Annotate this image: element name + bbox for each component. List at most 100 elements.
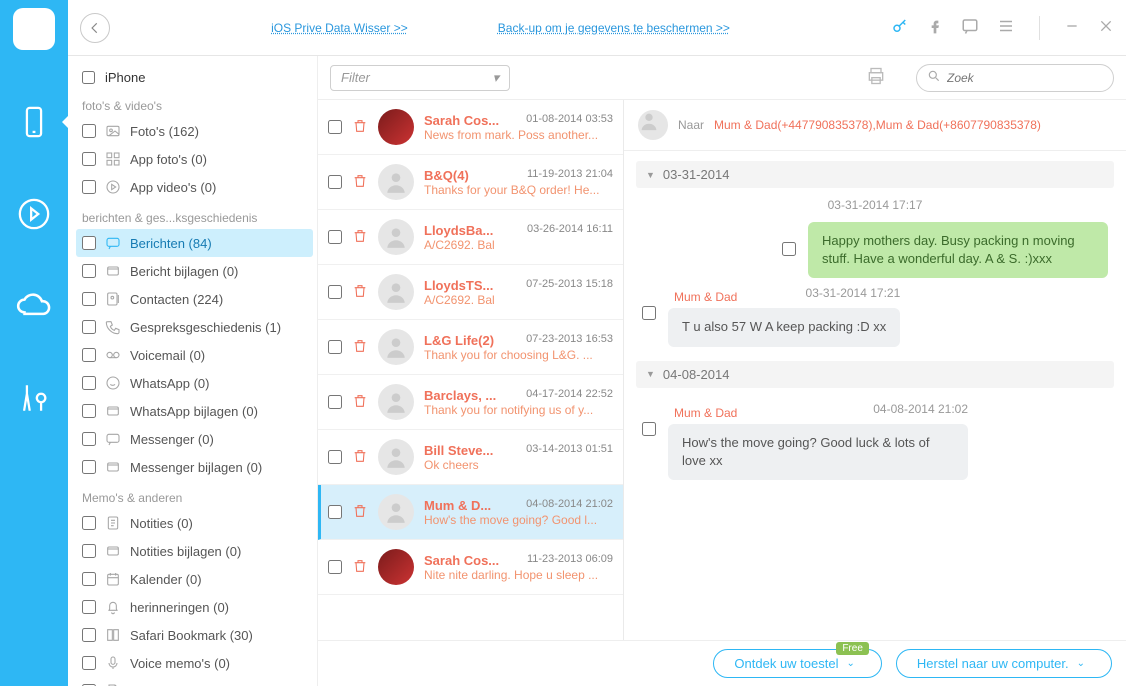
video-icon (104, 178, 122, 196)
tree-item-voicemail[interactable]: Voicemail (0) (76, 341, 313, 369)
discover-device-button[interactable]: Free Ontdek uw toestel ⌄ (713, 649, 881, 678)
facebook-icon[interactable] (927, 18, 943, 37)
tree-checkbox[interactable] (82, 572, 96, 586)
tree-item-calendar[interactable]: Kalender (0) (76, 565, 313, 593)
thread-checkbox[interactable] (328, 560, 342, 574)
thread-checkbox[interactable] (328, 120, 342, 134)
date-divider[interactable]: 04-08-2014 (636, 361, 1114, 388)
thread-item[interactable]: Sarah Cos... 11-23-2013 06:09 Nite nite … (318, 540, 623, 595)
thread-item[interactable]: Bill Steve... 03-14-2013 01:51 Ok cheers (318, 430, 623, 485)
message-checkbox[interactable] (642, 422, 656, 436)
tree-item-messenger[interactable]: Messenger (0) (76, 425, 313, 453)
tree-item-notes[interactable]: Notities (0) (76, 509, 313, 537)
thread-checkbox[interactable] (328, 450, 342, 464)
tree-item-photos[interactable]: Foto's (162) (76, 117, 313, 145)
thread-checkbox[interactable] (328, 395, 342, 409)
tree-checkbox[interactable] (82, 376, 96, 390)
filter-dropdown[interactable]: Filter ▾ (330, 65, 510, 91)
thread-item[interactable]: L&G Life(2) 07-23-2013 16:53 Thank you f… (318, 320, 623, 375)
tree-item-whatsappAtt[interactable]: WhatsApp bijlagen (0) (76, 397, 313, 425)
search-input[interactable] (947, 71, 1104, 85)
tree-item-callHist[interactable]: Gespreksgeschiedenis (1) (76, 313, 313, 341)
trash-icon[interactable] (352, 338, 368, 357)
back-button[interactable] (80, 13, 110, 43)
key-icon[interactable] (891, 17, 909, 38)
trash-icon[interactable] (352, 558, 368, 577)
tree-checkbox[interactable] (82, 460, 96, 474)
trash-icon[interactable] (352, 393, 368, 412)
cloud-tab-icon[interactable] (14, 286, 54, 326)
tree-checkbox[interactable] (82, 600, 96, 614)
chevron-down-icon: ⌄ (1077, 658, 1085, 669)
minimize-icon[interactable] (1064, 18, 1080, 37)
message-checkbox[interactable] (782, 242, 796, 256)
thread-item[interactable]: Barclays, ... 04-17-2014 22:52 Thank you… (318, 375, 623, 430)
thread-checkbox[interactable] (328, 285, 342, 299)
tree-checkbox[interactable] (82, 264, 96, 278)
thread-name: Barclays, ... (424, 388, 496, 403)
feedback-icon[interactable] (961, 17, 979, 38)
tree-item-notesAtt[interactable]: Notities bijlagen (0) (76, 537, 313, 565)
tree-item-contacts[interactable]: Contacten (224) (76, 285, 313, 313)
tree-item-whatsapp[interactable]: WhatsApp (0) (76, 369, 313, 397)
menu-icon[interactable] (997, 17, 1015, 38)
wa-icon (104, 374, 122, 392)
tree-checkbox[interactable] (82, 544, 96, 558)
thread-checkbox[interactable] (328, 230, 342, 244)
tree-checkbox[interactable] (82, 656, 96, 670)
device-checkbox[interactable] (82, 71, 95, 84)
trash-icon[interactable] (352, 118, 368, 137)
trash-icon[interactable] (352, 173, 368, 192)
tree-checkbox[interactable] (82, 236, 96, 250)
trash-icon[interactable] (352, 503, 368, 522)
tree-checkbox[interactable] (82, 320, 96, 334)
tree-item-appVideos[interactable]: App video's (0) (76, 173, 313, 201)
tools-tab-icon[interactable] (14, 378, 54, 418)
note-icon (104, 514, 122, 532)
thread-checkbox[interactable] (328, 175, 342, 189)
search-box[interactable] (916, 64, 1114, 92)
top-link-backup[interactable]: Back-up om je gegevens te beschermen >> (498, 21, 730, 35)
tree-item-messengerAtt[interactable]: Messenger bijlagen (0) (76, 453, 313, 481)
trash-icon[interactable] (352, 448, 368, 467)
tree-checkbox[interactable] (82, 124, 96, 138)
close-icon[interactable] (1098, 18, 1114, 37)
tree-checkbox[interactable] (82, 348, 96, 362)
top-link-eraser[interactable]: iOS Prive Data Wisser >> (271, 21, 408, 35)
thread-checkbox[interactable] (328, 340, 342, 354)
device-header[interactable]: iPhone (76, 66, 313, 89)
print-icon[interactable] (866, 66, 886, 89)
tree-item-appPhotos[interactable]: App foto's (0) (76, 145, 313, 173)
tree-item-reminders[interactable]: herinneringen (0) (76, 593, 313, 621)
tree-item-voiceMemos[interactable]: Voice memo's (0) (76, 649, 313, 677)
thread-checkbox[interactable] (328, 505, 342, 519)
thread-item[interactable]: LloydsTS... 07-25-2013 15:18 A/C2692. Ba… (318, 265, 623, 320)
tree-item-msgAtt[interactable]: Bericht bijlagen (0) (76, 257, 313, 285)
trash-icon[interactable] (352, 228, 368, 247)
thread-item[interactable]: B&Q(4) 11-19-2013 21:04 Thanks for your … (318, 155, 623, 210)
thread-date: 03-14-2013 01:51 (526, 443, 613, 458)
tree-checkbox[interactable] (82, 152, 96, 166)
tree-checkbox[interactable] (82, 432, 96, 446)
tree-checkbox[interactable] (82, 292, 96, 306)
tree-checkbox[interactable] (82, 404, 96, 418)
thread-item[interactable]: Sarah Cos... 01-08-2014 03:53 News from … (318, 100, 623, 155)
avatar (378, 274, 414, 310)
thread-name: L&G Life(2) (424, 333, 494, 348)
tree-checkbox[interactable] (82, 180, 96, 194)
filter-placeholder: Filter (341, 70, 370, 85)
message-checkbox[interactable] (642, 306, 656, 320)
music-tab-icon[interactable] (14, 194, 54, 234)
thread-item[interactable]: LloydsBa... 03-26-2014 16:11 A/C2692. Ba… (318, 210, 623, 265)
device-tab-icon[interactable] (14, 102, 54, 142)
tree-item-messages[interactable]: Berichten (84) (76, 229, 313, 257)
tree-checkbox[interactable] (82, 516, 96, 530)
avatar (378, 549, 414, 585)
restore-to-computer-button[interactable]: Herstel naar uw computer. ⌄ (896, 649, 1112, 678)
tree-item-safari[interactable]: Safari Bookmark (30) (76, 621, 313, 649)
tree-item-appDoc[interactable]: App Document (0) (76, 677, 313, 686)
trash-icon[interactable] (352, 283, 368, 302)
tree-checkbox[interactable] (82, 628, 96, 642)
date-divider[interactable]: 03-31-2014 (636, 161, 1114, 188)
thread-item[interactable]: Mum & D... 04-08-2014 21:02 How's the mo… (318, 485, 623, 540)
